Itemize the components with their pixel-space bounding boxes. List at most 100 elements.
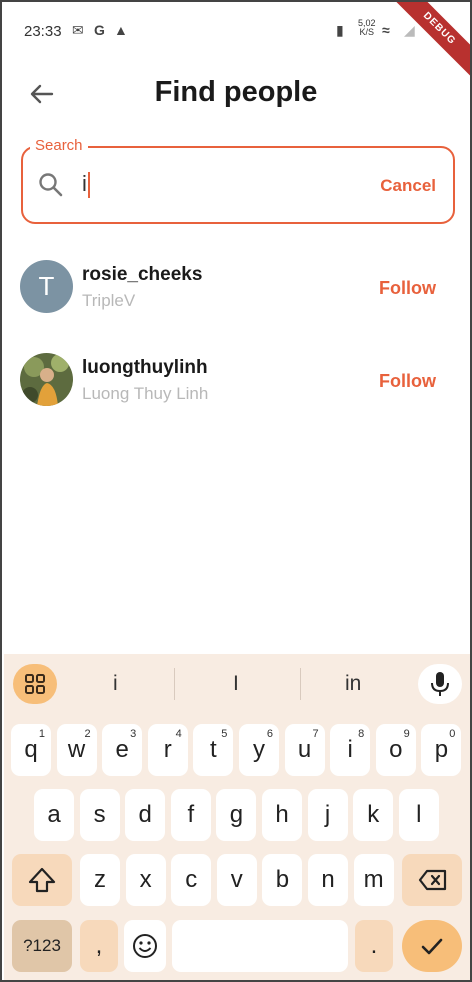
emoji-key[interactable] [124,920,166,972]
key-hint-number: 5 [221,728,228,740]
suggestion-item[interactable]: I [233,672,239,696]
key-hint-number: 9 [403,728,410,740]
key-s[interactable]: s [79,789,120,841]
key-e[interactable]: e3 [102,724,143,776]
shift-icon [28,867,56,893]
key-a[interactable]: a [34,789,74,841]
key-i[interactable]: i8 [330,724,371,776]
key-h[interactable]: h [262,789,302,841]
suggestion-item[interactable]: in [345,672,361,696]
vibrate-icon: ▮ [336,22,344,38]
key-label: u [297,736,312,763]
status-time: 23:33 [24,23,62,40]
key-label: a [47,801,61,828]
enter-key[interactable] [402,920,462,972]
key-label: y [253,736,265,763]
key-hint-number: 1 [38,728,45,740]
google-icon: G [94,22,105,38]
key-j[interactable]: j [307,789,348,841]
key-label: j [324,801,331,828]
grid-icon [25,674,45,694]
key-label: b [275,866,290,893]
key-label: s [93,801,106,828]
key-label: g [229,801,244,828]
key-label: k [367,801,380,828]
key-u[interactable]: u7 [284,724,325,776]
search-label: Search [30,137,88,154]
key-b[interactable]: b [262,854,303,906]
key-label: w [67,736,86,763]
key-label: o [389,736,403,763]
key-label: z [94,866,106,893]
key-n[interactable]: n [308,854,348,906]
key-o[interactable]: o9 [375,724,416,776]
key-hint-number: 8 [358,728,365,740]
key-hint-number: 0 [449,728,456,740]
emoji-icon [133,934,157,958]
space-key[interactable] [172,920,348,972]
key-label: c [185,866,198,893]
period-key[interactable]: . [355,920,393,972]
key-t[interactable]: t5 [193,724,234,776]
backspace-key[interactable] [402,854,462,906]
key-f[interactable]: f [170,789,211,841]
key-label: v [230,866,243,893]
search-input-value: i [82,171,87,196]
microphone-icon [431,672,449,696]
follow-button[interactable]: Follow [379,371,436,392]
key-w[interactable]: w2 [56,724,97,776]
shift-key[interactable] [12,854,72,906]
on-screen-keyboard: i I in q1w2e3r4t5y6u7i8o9p0 asdfghjkl zx… [4,654,470,980]
key-label: f [187,801,195,828]
key-z[interactable]: z [80,854,120,906]
key-g[interactable]: g [216,789,257,841]
key-p[interactable]: p0 [421,724,462,776]
suggestion-item[interactable]: i [113,672,118,696]
key-label: e [115,736,129,763]
status-bar: 23:33 ✉ G ▲ ▮ 5,02 K/S ≈ ◢ ▭ DEBUG [2,2,470,83]
key-label: n [321,866,335,893]
key-label: q [24,736,38,763]
key-hint-number: 3 [130,728,137,740]
key-m[interactable]: m [353,854,394,906]
symbols-key[interactable]: ?123 [12,920,72,972]
backspace-icon [418,869,447,891]
comma-key[interactable]: , [80,920,118,972]
avatar: T [20,260,73,313]
key-label: i [347,736,353,763]
key-k[interactable]: k [353,789,394,841]
search-input[interactable]: i [82,171,90,199]
network-speed: 5,02 K/S [358,19,376,37]
suggestion-divider [300,668,301,700]
keyboard-menu-button[interactable] [13,664,57,704]
microphone-button[interactable] [418,664,462,704]
key-hint-number: 6 [266,728,273,740]
follow-button[interactable]: Follow [379,278,436,299]
key-x[interactable]: x [125,854,166,906]
key-label: l [416,801,422,828]
cancel-button[interactable]: Cancel [380,176,436,196]
list-item[interactable]: T rosie_cheeks TripleV Follow [2,254,470,334]
network-speed-unit: K/S [359,27,375,37]
key-v[interactable]: v [216,854,257,906]
signal-icon: ◢ [404,22,415,38]
key-l[interactable]: l [398,789,439,841]
text-caret [87,172,90,199]
page-title: Find people [154,76,318,108]
key-hint-number: 2 [84,728,91,740]
wifi-icon: ≈ [382,22,390,38]
key-label: m [363,866,384,893]
key-y[interactable]: y6 [239,724,279,776]
result-username: rosie_cheeks [82,264,203,285]
key-c[interactable]: c [171,854,212,906]
key-q[interactable]: q1 [11,724,51,776]
key-label: r [163,736,172,763]
search-icon [39,173,63,197]
key-d[interactable]: d [125,789,166,841]
flask-icon: ▲ [114,22,128,38]
gmail-icon: ✉ [72,22,84,38]
list-item[interactable]: luongthuylinh Luong Thuy Linh Follow [2,347,470,427]
key-label: t [210,736,217,763]
result-fullname: TripleV [82,291,136,310]
key-r[interactable]: r4 [147,724,188,776]
